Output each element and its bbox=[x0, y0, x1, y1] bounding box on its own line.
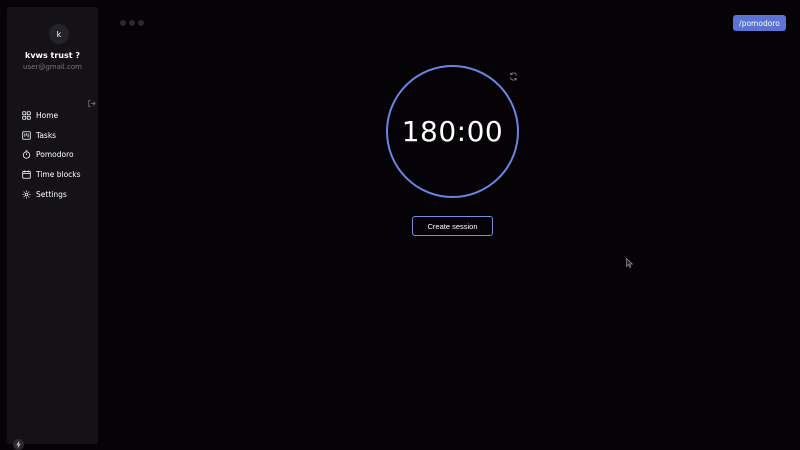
sidebar: k kvws trust ? user@gmail.com Home Tasks… bbox=[7, 7, 98, 450]
logout-icon[interactable] bbox=[87, 93, 96, 108]
bolt-icon[interactable] bbox=[13, 439, 24, 450]
timer-icon bbox=[22, 150, 31, 160]
sidebar-item-home[interactable]: Home bbox=[22, 106, 92, 126]
sidebar-item-label: Settings bbox=[36, 189, 67, 199]
sidebar-item-settings[interactable]: Settings bbox=[22, 184, 92, 204]
sidebar-item-label: Home bbox=[36, 111, 59, 121]
grid-icon bbox=[22, 111, 31, 120]
sidebar-item-label: Time blocks bbox=[36, 170, 81, 180]
sidebar-nav: Home Tasks Pomodoro Time blocks Settings bbox=[22, 106, 92, 204]
avatar[interactable]: k bbox=[49, 24, 69, 44]
gear-icon bbox=[22, 190, 31, 199]
timer-ring: 180:00 bbox=[386, 65, 519, 198]
timer-display: 180:00 bbox=[401, 115, 504, 148]
sidebar-item-tasks[interactable]: Tasks bbox=[22, 126, 92, 146]
route-badge: /pomodoro bbox=[733, 15, 786, 31]
window-dot[interactable] bbox=[129, 20, 135, 26]
calendar-icon bbox=[22, 170, 31, 179]
sidebar-item-label: Pomodoro bbox=[36, 150, 74, 160]
sidebar-item-pomodoro[interactable]: Pomodoro bbox=[22, 145, 92, 165]
create-session-button[interactable]: Create session bbox=[412, 216, 493, 236]
window-dot[interactable] bbox=[120, 20, 126, 26]
sidebar-item-time-blocks[interactable]: Time blocks bbox=[22, 165, 92, 185]
mouse-cursor-icon bbox=[626, 253, 634, 268]
user-name: kvws trust ? bbox=[25, 51, 80, 60]
avatar-letter: k bbox=[56, 29, 62, 39]
window-controls bbox=[120, 20, 144, 26]
create-session-label: Create session bbox=[427, 221, 478, 231]
user-email: user@gmail.com bbox=[23, 63, 82, 71]
sidebar-item-label: Tasks bbox=[36, 130, 57, 140]
route-label: /pomodoro bbox=[739, 18, 780, 28]
kanban-icon bbox=[22, 131, 31, 140]
window-dot[interactable] bbox=[138, 20, 144, 26]
refresh-icon[interactable] bbox=[509, 66, 518, 81]
app-root: k kvws trust ? user@gmail.com Home Tasks… bbox=[0, 0, 800, 450]
